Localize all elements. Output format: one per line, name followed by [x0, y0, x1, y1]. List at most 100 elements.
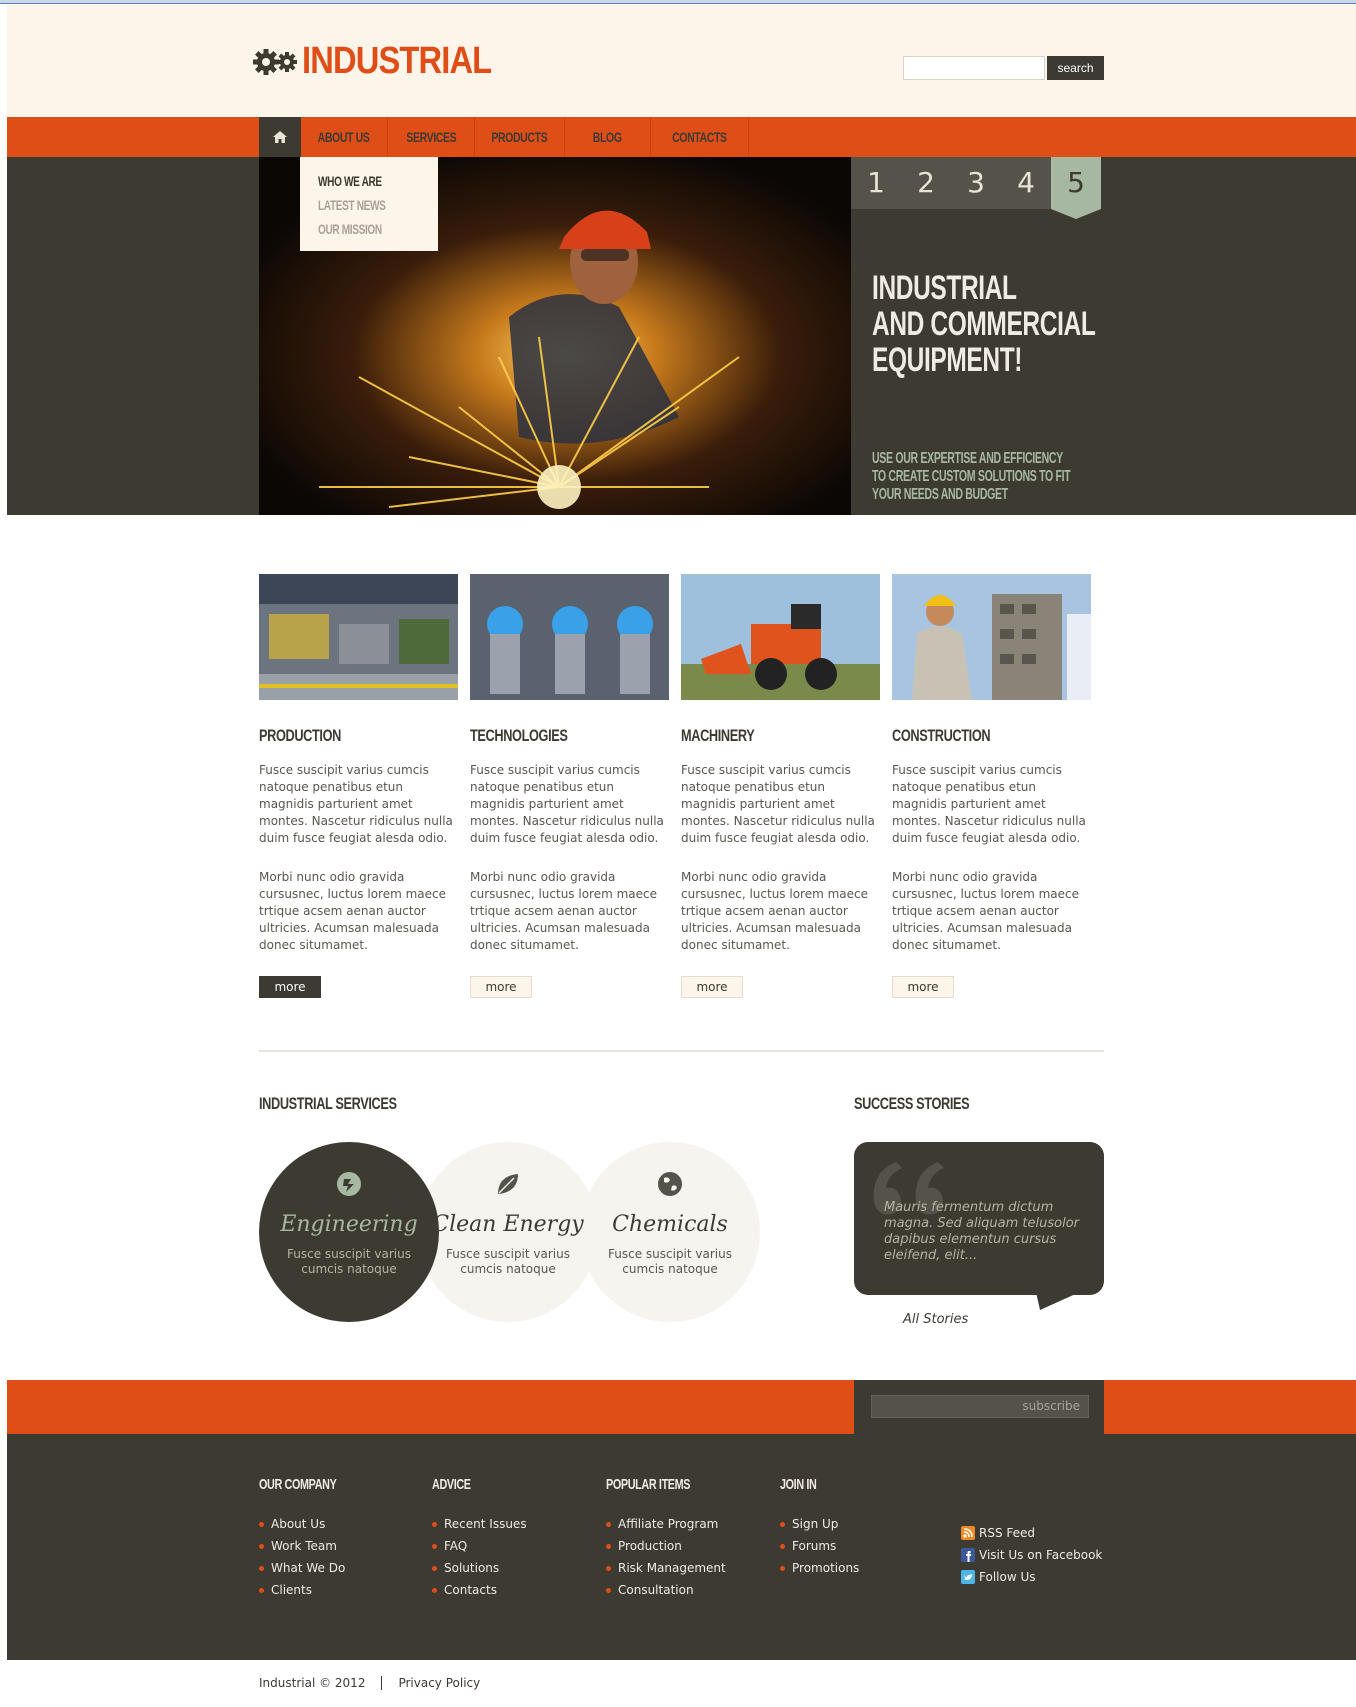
footer-link-forums[interactable]: Forums	[780, 1535, 859, 1557]
social-facebook[interactable]: Visit Us on Facebook	[961, 1544, 1102, 1566]
footer-link-about-us[interactable]: About Us	[259, 1513, 367, 1535]
section-divider	[259, 1050, 1104, 1052]
social-facebook-label: Visit Us on Facebook	[979, 1548, 1103, 1562]
footer-link-sign-up[interactable]: Sign Up	[780, 1513, 859, 1535]
all-stories-link[interactable]: All Stories	[903, 1312, 968, 1327]
social-twitter[interactable]: Follow Us	[961, 1566, 1102, 1588]
footer-link-what-we-do[interactable]: What We Do	[259, 1557, 367, 1579]
footer-link-promotions[interactable]: Promotions	[780, 1557, 859, 1579]
search-button[interactable]: search	[1047, 56, 1104, 80]
bottom-bar: Industrial © 2012 Privacy Policy	[259, 1676, 480, 1690]
nav-contacts-label: CONTACTS	[672, 129, 727, 145]
footer-link-solutions[interactable]: Solutions	[432, 1557, 527, 1579]
service-clean-energy[interactable]: Clean Energy Fusce suscipit varius cumci…	[418, 1142, 598, 1322]
facebook-icon	[961, 1548, 975, 1562]
footer-link-recent-issues[interactable]: Recent Issues	[432, 1513, 527, 1535]
nav-home-button[interactable]	[259, 117, 301, 157]
nav-about-us[interactable]: ABOUT US	[301, 117, 388, 157]
nav-blog-label: BLOG	[593, 129, 622, 145]
service-engineering-desc: Fusce suscipit varius cumcis natoque	[287, 1247, 411, 1276]
feature-technologies: TECHNOLOGIES Fusce suscipit varius cumci…	[470, 574, 670, 998]
machinery-more-button[interactable]: more	[681, 976, 743, 998]
stories-heading-label: SUCCESS STORIES	[854, 1094, 970, 1113]
production-text-2: Morbi nunc odio gravida cursusnec, luctu…	[259, 870, 447, 952]
hero-title-line-2: AND COMMERCIAL	[872, 305, 1096, 343]
subscribe-bar	[7, 1380, 1356, 1434]
nav-products-label: PRODUCTS	[491, 129, 548, 145]
stories-heading: SUCCESS STORIES	[854, 1094, 1008, 1114]
machinery-image	[681, 574, 880, 700]
subscribe-input[interactable]: subscribe	[871, 1395, 1089, 1418]
hero-subtitle-line-2: TO CREATE CUSTOM SOLUTIONS TO FIT	[872, 468, 1071, 485]
footer-col-company-title: OUR COMPANY	[259, 1476, 337, 1493]
feature-production: PRODUCTION Fusce suscipit varius cumcis …	[259, 574, 459, 998]
nav-about-us-label: ABOUT US	[318, 129, 370, 145]
copyright-text: Industrial © 2012	[259, 1676, 366, 1690]
footer-link-work-team[interactable]: Work Team	[259, 1535, 367, 1557]
social-twitter-label: Follow Us	[979, 1570, 1036, 1584]
slide-tab-3[interactable]: 3	[951, 157, 1001, 209]
service-engineering[interactable]: Engineering Fusce suscipit varius cumcis…	[259, 1142, 439, 1322]
active-tab-pointer	[1051, 209, 1101, 219]
slide-tab-2[interactable]: 2	[901, 157, 951, 209]
footer-col-popular: POPULAR ITEMS Affiliate Program Producti…	[606, 1476, 726, 1601]
footer-link-clients[interactable]: Clients	[259, 1579, 367, 1601]
technologies-more-button[interactable]: more	[470, 976, 532, 998]
slide-tab-4[interactable]: 4	[1001, 157, 1051, 209]
service-engineering-title: Engineering	[280, 1212, 418, 1237]
service-clean-energy-desc: Fusce suscipit varius cumcis natoque	[446, 1247, 570, 1276]
dropdown-latest-news[interactable]: LATEST NEWS	[300, 193, 438, 217]
footer-col-advice-title: ADVICE	[432, 1476, 471, 1493]
footer-link-consultation[interactable]: Consultation	[606, 1579, 726, 1601]
site-header	[7, 5, 1356, 117]
production-title: PRODUCTION	[259, 726, 341, 745]
footer-link-risk-management[interactable]: Risk Management	[606, 1557, 726, 1579]
slide-tab-1[interactable]: 1	[851, 157, 901, 209]
construction-image	[892, 574, 1091, 700]
hero-title-line-1: INDUSTRIAL	[872, 269, 1017, 307]
dropdown-who-we-are-label: WHO WE ARE	[318, 173, 382, 189]
footer-link-affiliate-program[interactable]: Affiliate Program	[606, 1513, 726, 1535]
testimonial-text: Mauris fermentum dictum magna. Sed aliqu…	[884, 1200, 1080, 1263]
about-dropdown-menu: WHO WE ARE LATEST NEWS OUR MISSION	[300, 157, 438, 251]
dropdown-who-we-are[interactable]: WHO WE ARE	[300, 169, 438, 193]
nav-contacts[interactable]: CONTACTS	[651, 117, 749, 157]
dropdown-our-mission[interactable]: OUR MISSION	[300, 217, 438, 241]
hero-subtitle: USE OUR EXPERTISE AND EFFICIENCY TO CREA…	[872, 450, 1102, 504]
home-icon	[273, 131, 287, 143]
slide-tab-5[interactable]: 5	[1051, 157, 1101, 209]
technologies-title: TECHNOLOGIES	[470, 726, 568, 745]
footer-col-company: OUR COMPANY About Us Work Team What We D…	[259, 1476, 367, 1601]
nav-blog[interactable]: BLOG	[565, 117, 651, 157]
browser-top-line	[0, 0, 1356, 4]
production-more-button[interactable]: more	[259, 976, 321, 998]
footer-link-faq[interactable]: FAQ	[432, 1535, 527, 1557]
footer-link-production[interactable]: Production	[606, 1535, 726, 1557]
bubble-tail	[1036, 1292, 1080, 1310]
machinery-title: MACHINERY	[681, 726, 755, 745]
site-logo[interactable]: INDUSTRIAL	[252, 40, 522, 82]
construction-text-2: Morbi nunc odio gravida cursusnec, luctu…	[892, 870, 1080, 952]
dropdown-our-mission-label: OUR MISSION	[318, 221, 382, 237]
slider-pagination: 1 2 3 4 5	[851, 157, 1101, 209]
footer-social: RSS Feed Visit Us on Facebook Follow Us	[961, 1522, 1102, 1588]
privacy-policy-link[interactable]: Privacy Policy	[398, 1676, 480, 1690]
nav-products[interactable]: PRODUCTS	[475, 117, 565, 157]
footer-col-popular-title: POPULAR ITEMS	[606, 1476, 691, 1493]
nav-services[interactable]: SERVICES	[388, 117, 475, 157]
service-chemicals[interactable]: Chemicals Fusce suscipit varius cumcis n…	[580, 1142, 760, 1322]
service-chemicals-desc: Fusce suscipit varius cumcis natoque	[608, 1247, 732, 1276]
technologies-text-1: Fusce suscipit varius cumcis natoque pen…	[470, 763, 664, 845]
social-rss[interactable]: RSS Feed	[961, 1522, 1102, 1544]
production-text-1: Fusce suscipit varius cumcis natoque pen…	[259, 763, 453, 845]
technologies-image	[470, 574, 669, 700]
footer-link-contacts[interactable]: Contacts	[432, 1579, 527, 1601]
construction-more-button[interactable]: more	[892, 976, 954, 998]
footer-col-advice: ADVICE Recent Issues FAQ Solutions Conta…	[432, 1476, 527, 1601]
search-input[interactable]	[903, 56, 1045, 80]
construction-title: CONSTRUCTION	[892, 726, 991, 745]
service-clean-energy-title: Clean Energy	[432, 1212, 584, 1237]
nav-services-label: SERVICES	[406, 129, 456, 145]
services-heading: INDUSTRIAL SERVICES	[259, 1094, 443, 1114]
footer-col-join-title: JOIN IN	[780, 1476, 817, 1493]
